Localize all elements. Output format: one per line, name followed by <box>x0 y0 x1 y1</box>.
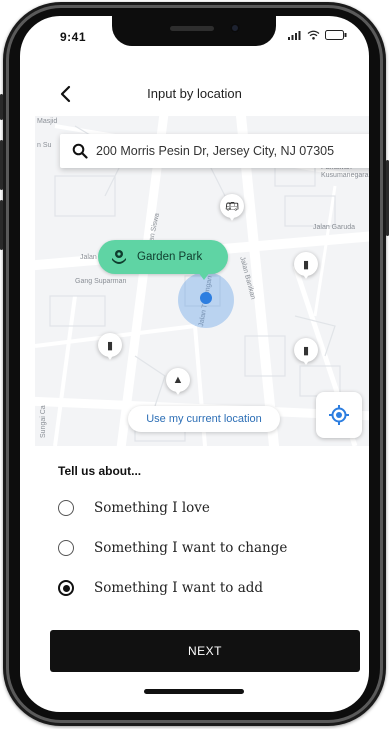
volume-up-button <box>0 140 3 190</box>
bus-icon: 🚌︎ <box>225 200 239 213</box>
crosshair-icon <box>329 405 349 425</box>
option-love[interactable]: Something I love <box>58 494 358 522</box>
page-title: Input by location <box>147 86 242 101</box>
option-add[interactable]: Something I want to add <box>58 574 358 602</box>
radio-button[interactable] <box>58 500 74 516</box>
map-label: Masjid <box>37 118 58 125</box>
search-icon <box>72 143 88 159</box>
map-label: Jalan <box>80 254 97 261</box>
volume-down-button <box>0 200 3 250</box>
traffic-light-pin[interactable]: ▮ <box>294 338 318 365</box>
screen: 9:41 Input by location Masjid n Su Jalan… <box>20 16 369 712</box>
notch <box>112 16 276 46</box>
transit-pin[interactable]: 🚌︎ <box>220 194 244 221</box>
traffic-light-icon: ▮ <box>302 344 310 357</box>
speaker <box>170 26 214 31</box>
option-label: Something I want to add <box>94 580 264 596</box>
search-bar[interactable]: 200 Morris Pesin Dr, Jersey City, NJ 073… <box>60 134 369 168</box>
wifi-icon <box>307 30 320 40</box>
form-heading: Tell us about... <box>58 464 142 478</box>
option-change[interactable]: Something I want to change <box>58 534 358 562</box>
mountain-icon: ▲ <box>172 374 184 386</box>
signal-icon <box>288 30 301 40</box>
status-icons <box>288 30 347 40</box>
landmark-pin[interactable]: ▲ <box>166 368 190 395</box>
map-label: n Su <box>37 142 52 149</box>
place-tag[interactable]: Garden Park <box>98 240 228 280</box>
current-location-dot <box>200 292 212 304</box>
front-camera <box>230 23 240 33</box>
traffic-light-pin[interactable]: ▮ <box>98 333 122 360</box>
option-label: Something I love <box>94 500 210 516</box>
status-time: 9:41 <box>60 30 87 44</box>
traffic-light-pin[interactable]: ▮ <box>294 252 318 279</box>
flower-icon <box>112 250 126 264</box>
map-label: Gang Suparman <box>75 278 127 285</box>
traffic-light-icon: ▮ <box>302 258 310 271</box>
traffic-light-icon: ▮ <box>106 339 114 352</box>
home-indicator <box>144 689 244 694</box>
header: Input by location <box>20 76 369 112</box>
option-label: Something I want to change <box>94 540 288 556</box>
next-button[interactable]: NEXT <box>50 630 360 672</box>
place-name: Garden Park <box>137 251 203 263</box>
map-label: Jalan Garuda <box>313 224 356 231</box>
map-label: Sungai Ca <box>40 405 47 438</box>
radio-button[interactable] <box>58 540 74 556</box>
mute-switch <box>0 94 3 120</box>
battery-icon <box>325 30 347 40</box>
use-current-location-button[interactable]: Use my current location <box>128 406 280 432</box>
search-input[interactable]: 200 Morris Pesin Dr, Jersey City, NJ 073… <box>96 144 334 158</box>
locate-me-button[interactable] <box>316 392 362 438</box>
radio-button-selected[interactable] <box>58 580 74 596</box>
